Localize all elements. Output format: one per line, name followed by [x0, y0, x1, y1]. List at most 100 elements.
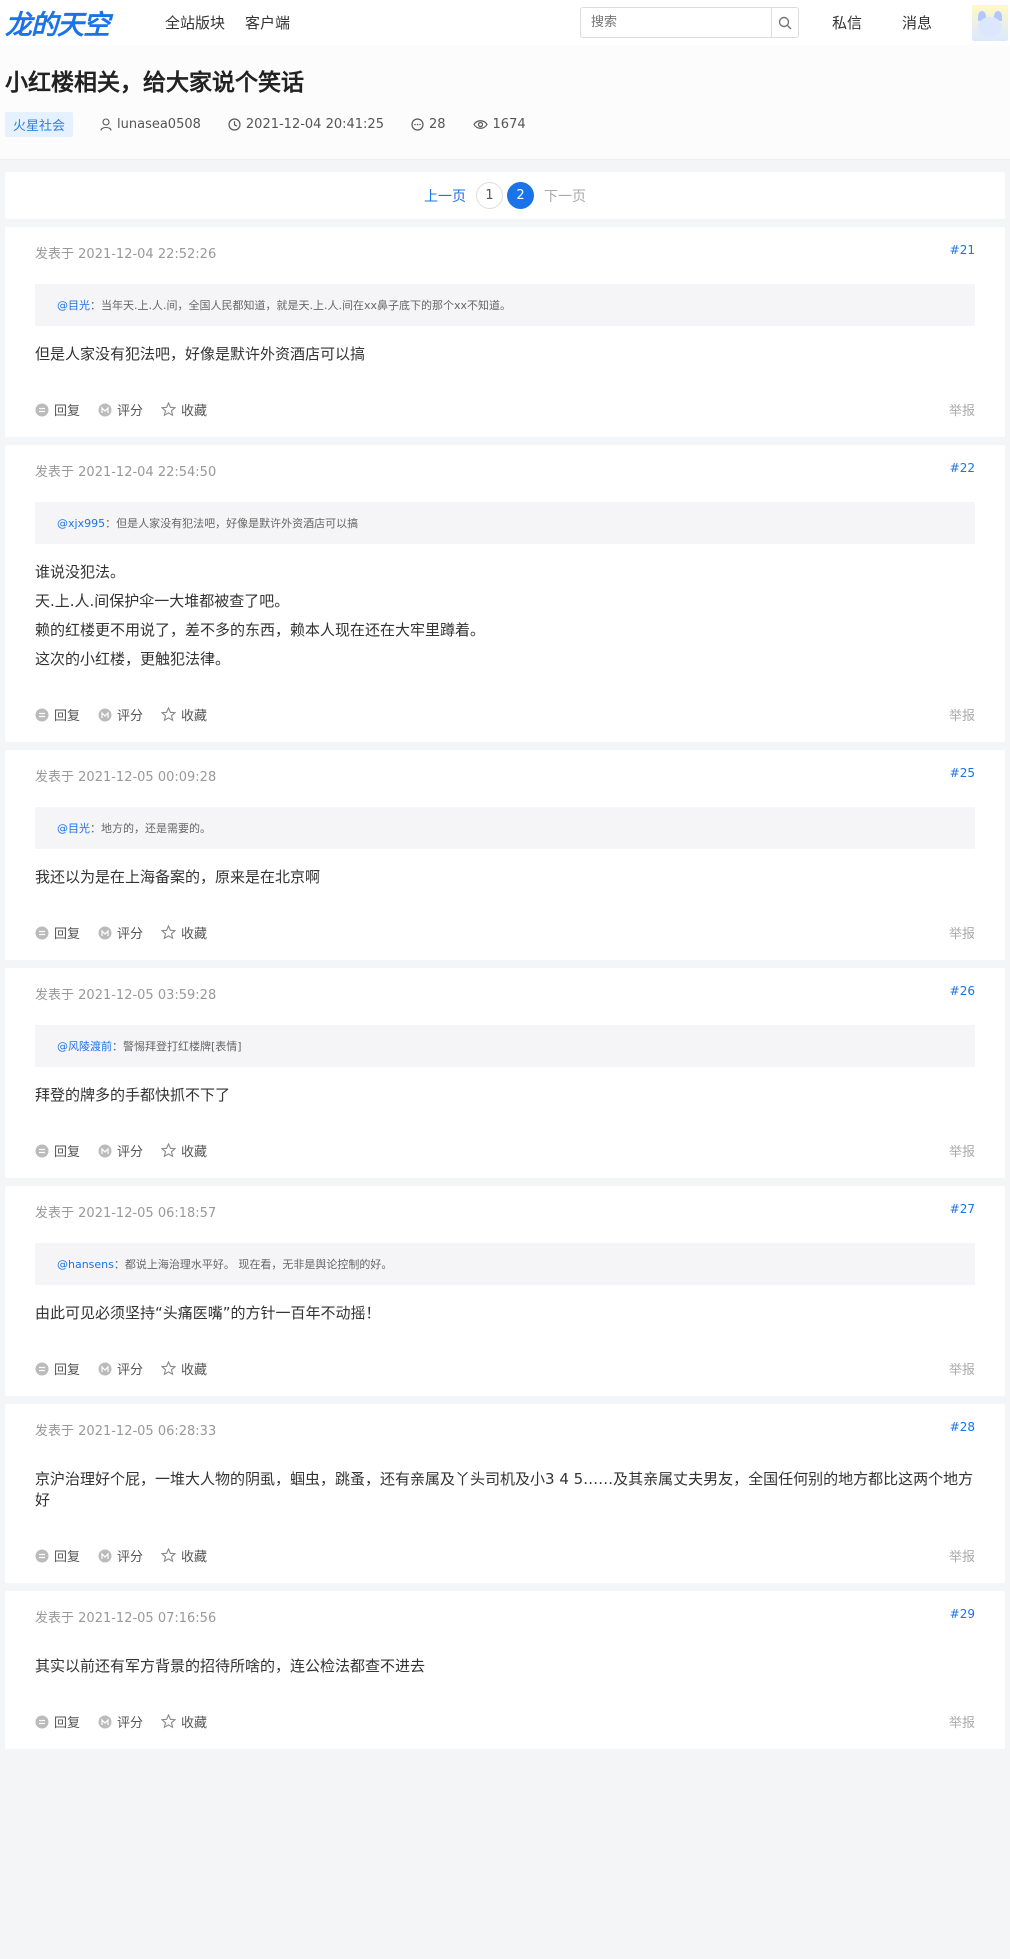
rate-button[interactable]: 评分: [98, 1359, 143, 1378]
post: 发表于 2021-12-04 22:54:50 #22 @xjx995：但是人家…: [5, 445, 1005, 742]
quote-user-link[interactable]: @风陵渡前: [57, 1040, 112, 1053]
nav-all-boards[interactable]: 全站版块: [165, 12, 225, 33]
post-actions: 回复 评分 收藏 举报: [35, 1546, 975, 1565]
replies-item: 28: [411, 117, 446, 132]
posted-at-prefix: 发表于: [35, 1424, 75, 1439]
reply-button[interactable]: 回复: [35, 400, 80, 419]
author-name: lunasea0508: [117, 117, 201, 132]
reply-button[interactable]: 回复: [35, 1141, 80, 1160]
post-header: 发表于 2021-12-04 22:54:50 #22: [35, 461, 975, 480]
private-message-link[interactable]: 私信: [832, 12, 862, 33]
post-header: 发表于 2021-12-04 22:52:26 #21: [35, 243, 975, 262]
quote-user-link[interactable]: @目光: [57, 299, 90, 312]
favorite-button[interactable]: 收藏: [161, 1546, 207, 1565]
report-link[interactable]: 举报: [949, 400, 975, 419]
post-floor-link[interactable]: #29: [950, 1607, 975, 1626]
search-button[interactable]: [770, 8, 798, 37]
quote-user-link[interactable]: @hansens: [57, 1258, 114, 1271]
rate-button[interactable]: 评分: [98, 1141, 143, 1160]
post-text-line: 京沪治理好个屁，一堆大人物的阴虱，蝈虫，跳蚤，还有亲属及丫头司机及小3 4 5……: [35, 1470, 974, 1509]
reply-button[interactable]: 回复: [35, 705, 80, 724]
post-floor-link[interactable]: #22: [950, 461, 975, 480]
post-floor-link[interactable]: #27: [950, 1202, 975, 1221]
posted-at-prefix: 发表于: [35, 1206, 75, 1221]
favorite-button[interactable]: 收藏: [161, 1141, 207, 1160]
post-actions: 回复 评分 收藏 举报: [35, 1141, 975, 1160]
favorite-button[interactable]: 收藏: [161, 1359, 207, 1378]
favorite-button[interactable]: 收藏: [161, 923, 207, 942]
post: 发表于 2021-12-05 06:18:57 #27 @hansens：都说上…: [5, 1186, 1005, 1396]
rate-icon: [98, 1362, 112, 1375]
user-avatar[interactable]: [972, 4, 1008, 41]
post-body: 拜登的牌多的手都快抓不下了: [35, 1085, 975, 1106]
search-icon: [778, 16, 792, 29]
report-link[interactable]: 举报: [949, 1546, 975, 1565]
reply-button[interactable]: 回复: [35, 1359, 80, 1378]
favorite-button[interactable]: 收藏: [161, 1712, 207, 1731]
favorite-label: 收藏: [181, 1145, 208, 1160]
posted-at-prefix: 发表于: [35, 465, 75, 480]
post-header: 发表于 2021-12-05 03:59:28 #26: [35, 984, 975, 1003]
rate-label: 评分: [117, 1363, 144, 1378]
post-body: 但是人家没有犯法吧，好像是默许外资酒店可以搞: [35, 344, 975, 365]
post-floor-link[interactable]: #21: [950, 243, 975, 262]
post-time-value: 2021-12-05 06:28:33: [78, 1424, 217, 1439]
post-header: 发表于 2021-12-05 06:18:57 #27: [35, 1202, 975, 1221]
page-1-button[interactable]: 1: [476, 182, 503, 209]
favorite-button[interactable]: 收藏: [161, 705, 207, 724]
star-icon: [161, 1143, 177, 1158]
search-input[interactable]: [580, 8, 771, 37]
quote-text: ：但是人家没有犯法吧，好像是默许外资酒店可以搞: [105, 517, 359, 530]
page-2-button[interactable]: 2: [507, 182, 534, 209]
rate-button[interactable]: 评分: [98, 1712, 143, 1731]
post-text-line: 但是人家没有犯法吧，好像是默许外资酒店可以搞: [35, 345, 366, 363]
notifications-link[interactable]: 消息: [902, 12, 932, 33]
reply-button[interactable]: 回复: [35, 1712, 80, 1731]
post-time: 发表于 2021-12-05 07:16:56: [35, 1607, 216, 1626]
post-floor-link[interactable]: #25: [950, 766, 975, 785]
reply-label: 回复: [54, 709, 81, 724]
rate-button[interactable]: 评分: [98, 705, 143, 724]
reply-icon: [35, 1144, 49, 1157]
site-logo[interactable]: 龙的天空: [5, 3, 165, 42]
favorite-button[interactable]: 收藏: [161, 400, 207, 419]
favorite-label: 收藏: [181, 1716, 208, 1731]
reply-icon: [35, 1362, 49, 1375]
quote-user-link[interactable]: @目光: [57, 822, 90, 835]
report-link[interactable]: 举报: [949, 705, 975, 724]
reply-button[interactable]: 回复: [35, 1546, 80, 1565]
user-icon: [100, 118, 112, 131]
pagination: 上一页 1 2 下一页: [5, 172, 1005, 219]
views-item: 1674: [472, 117, 526, 132]
post-time: 发表于 2021-12-05 06:28:33: [35, 1420, 216, 1439]
rate-button[interactable]: 评分: [98, 923, 143, 942]
reply-button[interactable]: 回复: [35, 923, 80, 942]
next-page-link[interactable]: 下一页: [544, 186, 586, 206]
thread-time: 2021-12-04 20:41:25: [245, 117, 384, 132]
rate-button[interactable]: 评分: [98, 1546, 143, 1565]
post-time-value: 2021-12-04 22:52:26: [78, 247, 217, 262]
post-text-line: 拜登的牌多的手都快抓不下了: [35, 1086, 231, 1104]
post-time-value: 2021-12-05 03:59:28: [78, 988, 217, 1003]
favorite-label: 收藏: [181, 927, 208, 942]
post-actions: 回复 评分 收藏 举报: [35, 705, 975, 724]
rate-button[interactable]: 评分: [98, 400, 143, 419]
prev-page-link[interactable]: 上一页: [424, 186, 466, 206]
reply-label: 回复: [54, 927, 81, 942]
author-item[interactable]: lunasea0508: [100, 117, 201, 132]
post-floor-link[interactable]: #28: [950, 1420, 975, 1439]
quote-user-link[interactable]: @xjx995: [57, 517, 105, 530]
post-time: 发表于 2021-12-05 03:59:28: [35, 984, 216, 1003]
report-link[interactable]: 举报: [949, 1141, 975, 1160]
post-list: 发表于 2021-12-04 22:52:26 #21 @目光：当年天.上.人.…: [0, 227, 1010, 1749]
quote-text: ：都说上海治理水平好。 现在看，无非是舆论控制的好。: [113, 1258, 393, 1271]
view-count: 1674: [492, 117, 526, 132]
report-link[interactable]: 举报: [949, 923, 975, 942]
nav-client[interactable]: 客户端: [245, 12, 290, 33]
rate-icon: [98, 403, 112, 416]
board-tag[interactable]: 火星社会: [5, 112, 74, 137]
report-link[interactable]: 举报: [949, 1359, 975, 1378]
favorite-label: 收藏: [181, 1363, 208, 1378]
post-floor-link[interactable]: #26: [950, 984, 975, 1003]
report-link[interactable]: 举报: [949, 1712, 975, 1731]
